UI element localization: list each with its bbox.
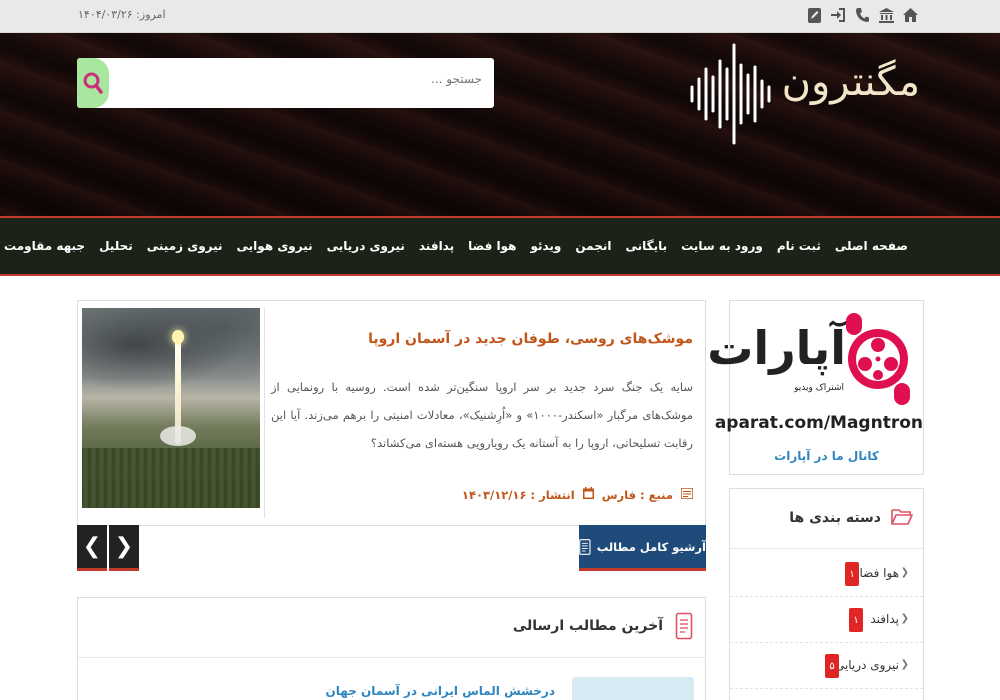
home-icon[interactable] (902, 6, 918, 24)
aparat-film-reel-icon (846, 313, 910, 405)
category-item-air-defense[interactable]: ❮ پدافند ۱ (730, 597, 923, 643)
slider-controls: ❮ ❯ (77, 525, 139, 571)
chevron-left-icon: ❮ (900, 613, 909, 624)
latest-posts-title: آخرین مطالب ارسالی (512, 618, 663, 634)
featured-news-body: سایه یک جنگ سرد جدید بر سر اروپا سنگین‌ت… (271, 380, 693, 450)
search-input[interactable] (122, 72, 482, 86)
category-count-badge: ۱ (849, 608, 863, 632)
top-icons (806, 6, 918, 24)
document-icon (579, 538, 591, 555)
search-icon (83, 72, 103, 94)
search-box (77, 58, 494, 108)
bank-icon[interactable] (878, 6, 894, 24)
category-label: نیروی دریایی (834, 658, 899, 672)
nav-item-archive[interactable]: بایگانی (619, 239, 675, 253)
archive-label: آرشیو کامل مطالب (596, 539, 706, 554)
news-source: منبع : فارس (601, 487, 673, 502)
categories-box: دسته بندی ها ❮ هوا فضا ۱ ❮ پدافند ۱ ❮ نی… (729, 488, 924, 700)
category-count-badge: ۵ (825, 654, 839, 678)
nav-item-register[interactable]: ثبت نام (770, 239, 828, 253)
nav-item-air-force[interactable]: نیروی هوایی (230, 239, 320, 253)
slider-prev-button[interactable]: ❮ (109, 525, 139, 571)
search-button[interactable] (77, 58, 109, 108)
aparat-channel-box[interactable]: آپارات اشتراک ویدیو aparat.com/Magntron … (707, 300, 924, 475)
nav-item-analysis[interactable]: تحلیل (92, 239, 140, 253)
latest-post-thumbnail[interactable] (572, 677, 694, 700)
featured-news-image[interactable] (82, 308, 260, 508)
featured-news-title[interactable]: موشک‌های روسی، طوفان جدید در آسمان اروپا (368, 331, 693, 347)
latest-post-title[interactable]: درخشش الماس ایرانی در آسمان جهان (326, 684, 555, 698)
calendar-icon (582, 487, 594, 502)
latest-posts: آخرین مطالب ارسالی درخشش الماس ایرانی در… (77, 597, 706, 700)
nav-item-navy[interactable]: نیروی دریایی (320, 239, 412, 253)
aparat-wordmark: آپارات (707, 321, 846, 375)
nav-item-login[interactable]: ورود به سایت (674, 239, 770, 253)
chevron-left-icon: ❮ (900, 567, 909, 578)
categories-header: دسته بندی ها (730, 489, 923, 549)
slider-next-button[interactable]: ❯ (77, 525, 107, 571)
category-label: هوا فضا (859, 566, 899, 580)
phone-icon[interactable] (854, 6, 870, 24)
chevron-left-icon: ❮ (900, 659, 909, 670)
nav-item-ground-force[interactable]: نیروی زمینی (140, 239, 230, 253)
nav-item-home[interactable]: صفحه اصلی (828, 239, 915, 253)
logo-text: مگنترون (781, 59, 920, 105)
latest-posts-header: آخرین مطالب ارسالی (78, 598, 705, 658)
header-banner: مگنترون (0, 33, 1000, 216)
category-item-navy[interactable]: ❮ نیروی دریایی ۵ (730, 643, 923, 689)
news-published-date: انتشار : ۱۴۰۳/۱۲/۱۶ (461, 487, 575, 502)
category-item-aerospace[interactable]: ❮ هوا فضا ۱ (730, 551, 923, 597)
edit-icon[interactable] (806, 6, 822, 24)
posts-document-icon (675, 612, 693, 640)
nav-item-forum[interactable]: انجمن (568, 239, 618, 253)
top-bar: امروز: ۱۴۰۴/۰۳/۲۶ (0, 0, 1000, 33)
featured-news: موشک‌های روسی، طوفان جدید در آسمان اروپا… (77, 300, 706, 526)
category-count-badge: ۱ (845, 562, 859, 586)
nav-item-resistance[interactable]: جبهه مقاومت (0, 239, 92, 253)
aparat-channel-link[interactable]: کانال ما در آپارات (730, 449, 923, 463)
main-nav: صفحه اصلی ثبت نام ورود به سایت بایگانی ا… (0, 216, 1000, 276)
aparat-logo: آپارات اشتراک ویدیو (707, 307, 916, 415)
nav-item-video[interactable]: ویدئو (523, 239, 568, 253)
site-logo[interactable]: مگنترون (680, 39, 920, 149)
today-date: امروز: ۱۴۰۴/۰۳/۲۶ (78, 8, 166, 21)
categories-title: دسته بندی ها (789, 510, 881, 526)
nav-item-air-defense[interactable]: پدافند (412, 239, 461, 253)
nav-item-aerospace[interactable]: هوا فضا (461, 239, 523, 253)
login-icon[interactable] (830, 6, 846, 24)
folder-open-icon (891, 509, 913, 525)
soundwave-icon (690, 43, 771, 145)
news-source-icon (680, 486, 694, 502)
aparat-url[interactable]: aparat.com/Magntron (715, 413, 923, 433)
featured-news-meta: منبع : فارس انتشار : ۱۴۰۳/۱۲/۱۶ (461, 486, 694, 502)
full-archive-button[interactable]: آرشیو کامل مطالب (579, 525, 706, 571)
aparat-tagline: اشتراک ویدیو (794, 383, 844, 393)
category-label: پدافند (870, 612, 899, 626)
